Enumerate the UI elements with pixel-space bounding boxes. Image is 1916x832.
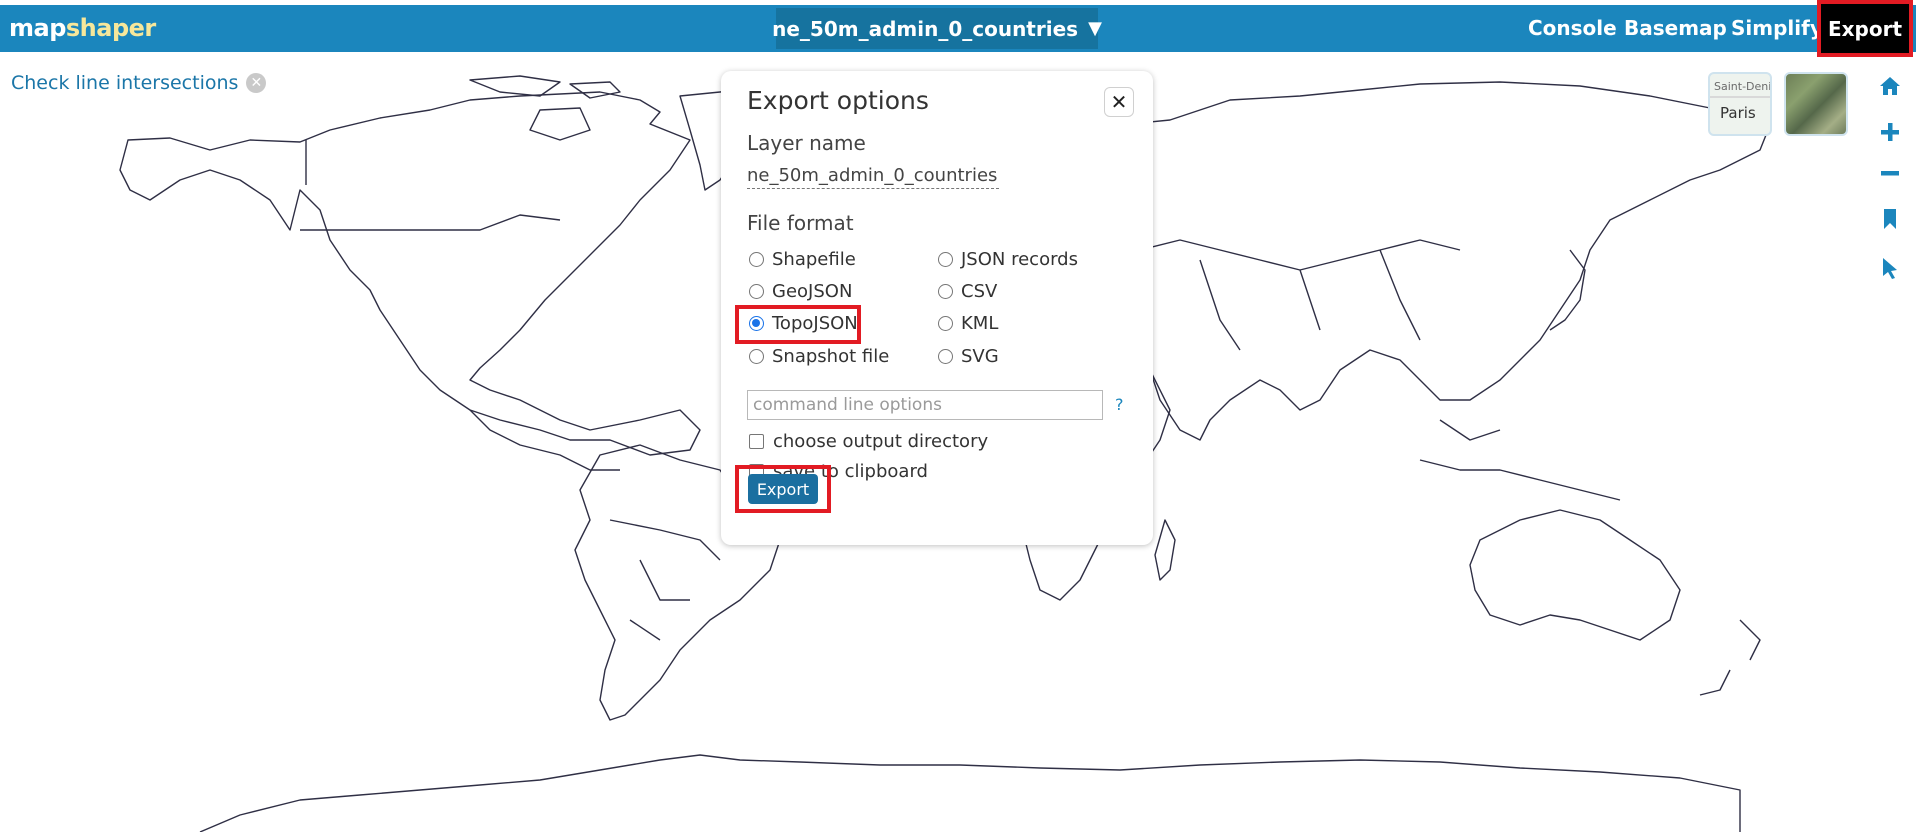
zoom-in-icon[interactable] [1876,118,1904,146]
layer-selector-label: ne_50m_admin_0_countries [772,16,1079,41]
antarctica-outline [199,754,1741,832]
format-label: Shapefile [772,249,856,270]
radio-button[interactable] [938,316,953,331]
topojson-highlight [735,305,861,344]
file-format-label: File format [747,211,854,235]
bookmark-icon[interactable] [1876,205,1904,233]
nav-basemap[interactable]: Basemap [1624,5,1727,52]
help-link[interactable]: ? [1115,395,1124,414]
zoom-out-icon[interactable] [1876,159,1904,187]
radio-button[interactable] [749,252,764,267]
nav-console[interactable]: Console [1528,5,1617,52]
logo-part-2: shaper [65,14,156,42]
canada-usa-border [300,214,561,231]
close-icon: ✕ [1110,90,1128,114]
format-option-shapefile[interactable]: Shapefile [749,249,856,270]
export-dialog: Export options ✕ Layer name File format … [721,71,1153,545]
nav-simplify[interactable]: Simplify [1731,5,1823,52]
format-label: Snapshot file [772,346,890,367]
basemap-street-thumbnail[interactable]: Saint-Deni Paris [1708,72,1772,136]
nav-export[interactable]: Export [1817,0,1913,57]
dialog-title: Export options [747,86,929,115]
radio-button[interactable] [938,349,953,364]
checkbox[interactable] [749,434,764,449]
road-line [1710,96,1770,98]
format-label: SVG [961,346,999,367]
export-button-highlight [735,465,831,513]
format-option-geojson[interactable]: GeoJSON [749,281,852,302]
close-button[interactable]: ✕ [1104,87,1134,117]
indonesia [1419,419,1621,501]
nav-export-label: Export [1827,16,1903,41]
format-option-snapshot[interactable]: Snapshot file [749,346,889,367]
pointer-icon[interactable] [1876,254,1904,282]
format-label: JSON records [961,249,1078,270]
format-label: KML [961,313,999,334]
app-logo: mapshaper [9,5,156,52]
radio-button[interactable] [938,284,953,299]
dismiss-icon[interactable]: ✕ [246,73,267,93]
format-option-json-records[interactable]: JSON records [938,249,1078,270]
option-label: choose output directory [773,431,989,452]
new-zealand [1699,619,1761,696]
command-line-options-input[interactable] [747,390,1103,420]
radio-button[interactable] [749,284,764,299]
format-option-svg[interactable]: SVG [938,346,999,367]
triangle-down-icon: ▼ [1088,18,1102,39]
check-intersections-label: Check line intersections [11,72,239,94]
madagascar [1154,519,1176,581]
layer-selector[interactable]: ne_50m_admin_0_countries ▼ [772,8,1102,49]
option-output-directory[interactable]: choose output directory [749,431,988,452]
arctic-islands [469,75,621,141]
format-option-kml[interactable]: KML [938,313,998,334]
layer-name-input[interactable] [747,165,999,189]
format-label: GeoJSON [772,281,853,302]
format-label: CSV [961,281,998,302]
radio-button[interactable] [749,349,764,364]
layer-name-label: Layer name [747,131,866,155]
home-icon[interactable] [1876,72,1904,100]
street-thumb-label-1: Saint-Deni [1714,80,1772,93]
south-america-borders [609,519,721,641]
north-america-outline [119,91,701,456]
check-intersections-link[interactable]: Check line intersections ✕ [11,72,267,94]
basemap-satellite-thumbnail[interactable] [1784,72,1848,136]
top-bar: mapshaper ne_50m_admin_0_countries ▼ Con… [0,0,1916,57]
street-thumb-label-2: Paris [1720,104,1756,122]
australia-outline [1469,509,1681,641]
format-option-csv[interactable]: CSV [938,281,997,302]
radio-button[interactable] [938,252,953,267]
logo-part-1: map [9,14,66,42]
